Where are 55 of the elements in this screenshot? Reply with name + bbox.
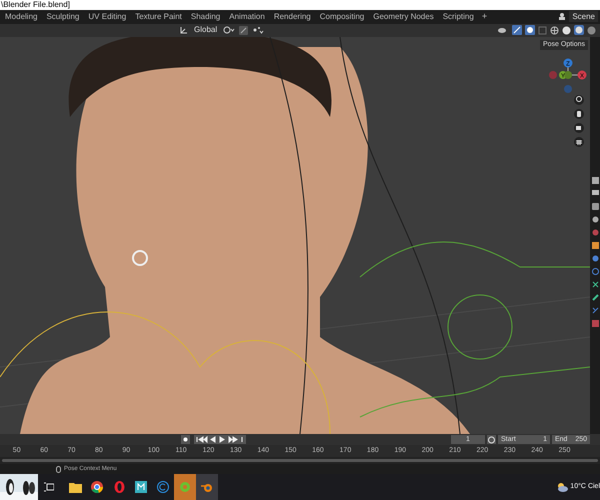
add-workspace-button[interactable]: +: [482, 12, 488, 22]
scene-properties-icon[interactable]: [592, 216, 598, 223]
camera-icon[interactable]: [574, 122, 584, 133]
hand-icon[interactable]: [574, 108, 584, 119]
object-properties-icon[interactable]: [592, 242, 598, 249]
workspace-tab[interactable]: Texture Paint: [131, 11, 186, 22]
workspace-tab[interactable]: Sculpting: [42, 11, 84, 22]
playback-controls[interactable]: [194, 434, 246, 444]
output-properties-icon[interactable]: [592, 202, 598, 210]
proportional-edit-icon[interactable]: [252, 26, 264, 34]
workspace-tab[interactable]: Geometry Nodes: [369, 11, 438, 22]
material-shading-icon[interactable]: [574, 25, 584, 36]
transform-orientation-icon: [180, 26, 188, 34]
texture-properties-icon[interactable]: [592, 320, 598, 327]
render-properties-icon[interactable]: [592, 190, 598, 197]
mouse-icon: [56, 466, 61, 473]
workspace-tab[interactable]: Shading: [186, 11, 224, 22]
wireframe-shading-icon[interactable]: [550, 26, 559, 35]
physics-properties-icon[interactable]: [592, 268, 598, 275]
workspace-tab[interactable]: Compositing: [316, 11, 368, 22]
rendered-shading-icon[interactable]: [587, 26, 596, 35]
weather-icon[interactable]: [556, 482, 568, 492]
zoom-icon[interactable]: [574, 94, 584, 105]
scene-selector[interactable]: Scene: [569, 11, 598, 22]
scene-icon[interactable]: [558, 12, 568, 22]
ccleaner-icon[interactable]: [157, 481, 169, 493]
grid-icon[interactable]: [574, 136, 584, 147]
pivot-icon[interactable]: [223, 26, 236, 34]
world-properties-icon[interactable]: [592, 228, 598, 236]
overlay-toggle-icon[interactable]: [525, 25, 535, 36]
gizmo-toggle-icon[interactable]: [512, 25, 522, 36]
bone-properties-icon[interactable]: [592, 294, 598, 301]
workspace-tab[interactable]: Rendering: [270, 11, 315, 22]
armature-properties-icon[interactable]: [592, 280, 598, 288]
orientation-dropdown[interactable]: Global: [192, 26, 220, 34]
visibility-icon[interactable]: [497, 26, 509, 35]
opera-icon[interactable]: [114, 481, 124, 493]
workspace-tab[interactable]: UV Editing: [84, 11, 130, 22]
snap-icon[interactable]: [239, 26, 248, 35]
tool-properties-icon[interactable]: [592, 176, 598, 184]
solid-shading-icon[interactable]: [562, 26, 571, 35]
blender-icon[interactable]: [201, 482, 213, 492]
record-button[interactable]: [181, 434, 190, 444]
chrome-icon[interactable]: [91, 481, 103, 493]
workspace-tab[interactable]: Scripting: [438, 11, 478, 22]
workspace-tab[interactable]: Animation: [225, 11, 269, 22]
stopwatch-icon[interactable]: [487, 434, 496, 444]
modifier-properties-icon[interactable]: [592, 254, 598, 262]
bone-constraint-icon[interactable]: [592, 306, 598, 314]
task-view-icon[interactable]: [44, 482, 54, 492]
workspace-tab[interactable]: Modeling: [1, 11, 42, 22]
window-title: \Blender File.blend]: [1, 0, 70, 9]
folder-icon[interactable]: [68, 482, 82, 492]
app-icon[interactable]: [135, 481, 147, 493]
scrollbar[interactable]: [2, 459, 598, 462]
